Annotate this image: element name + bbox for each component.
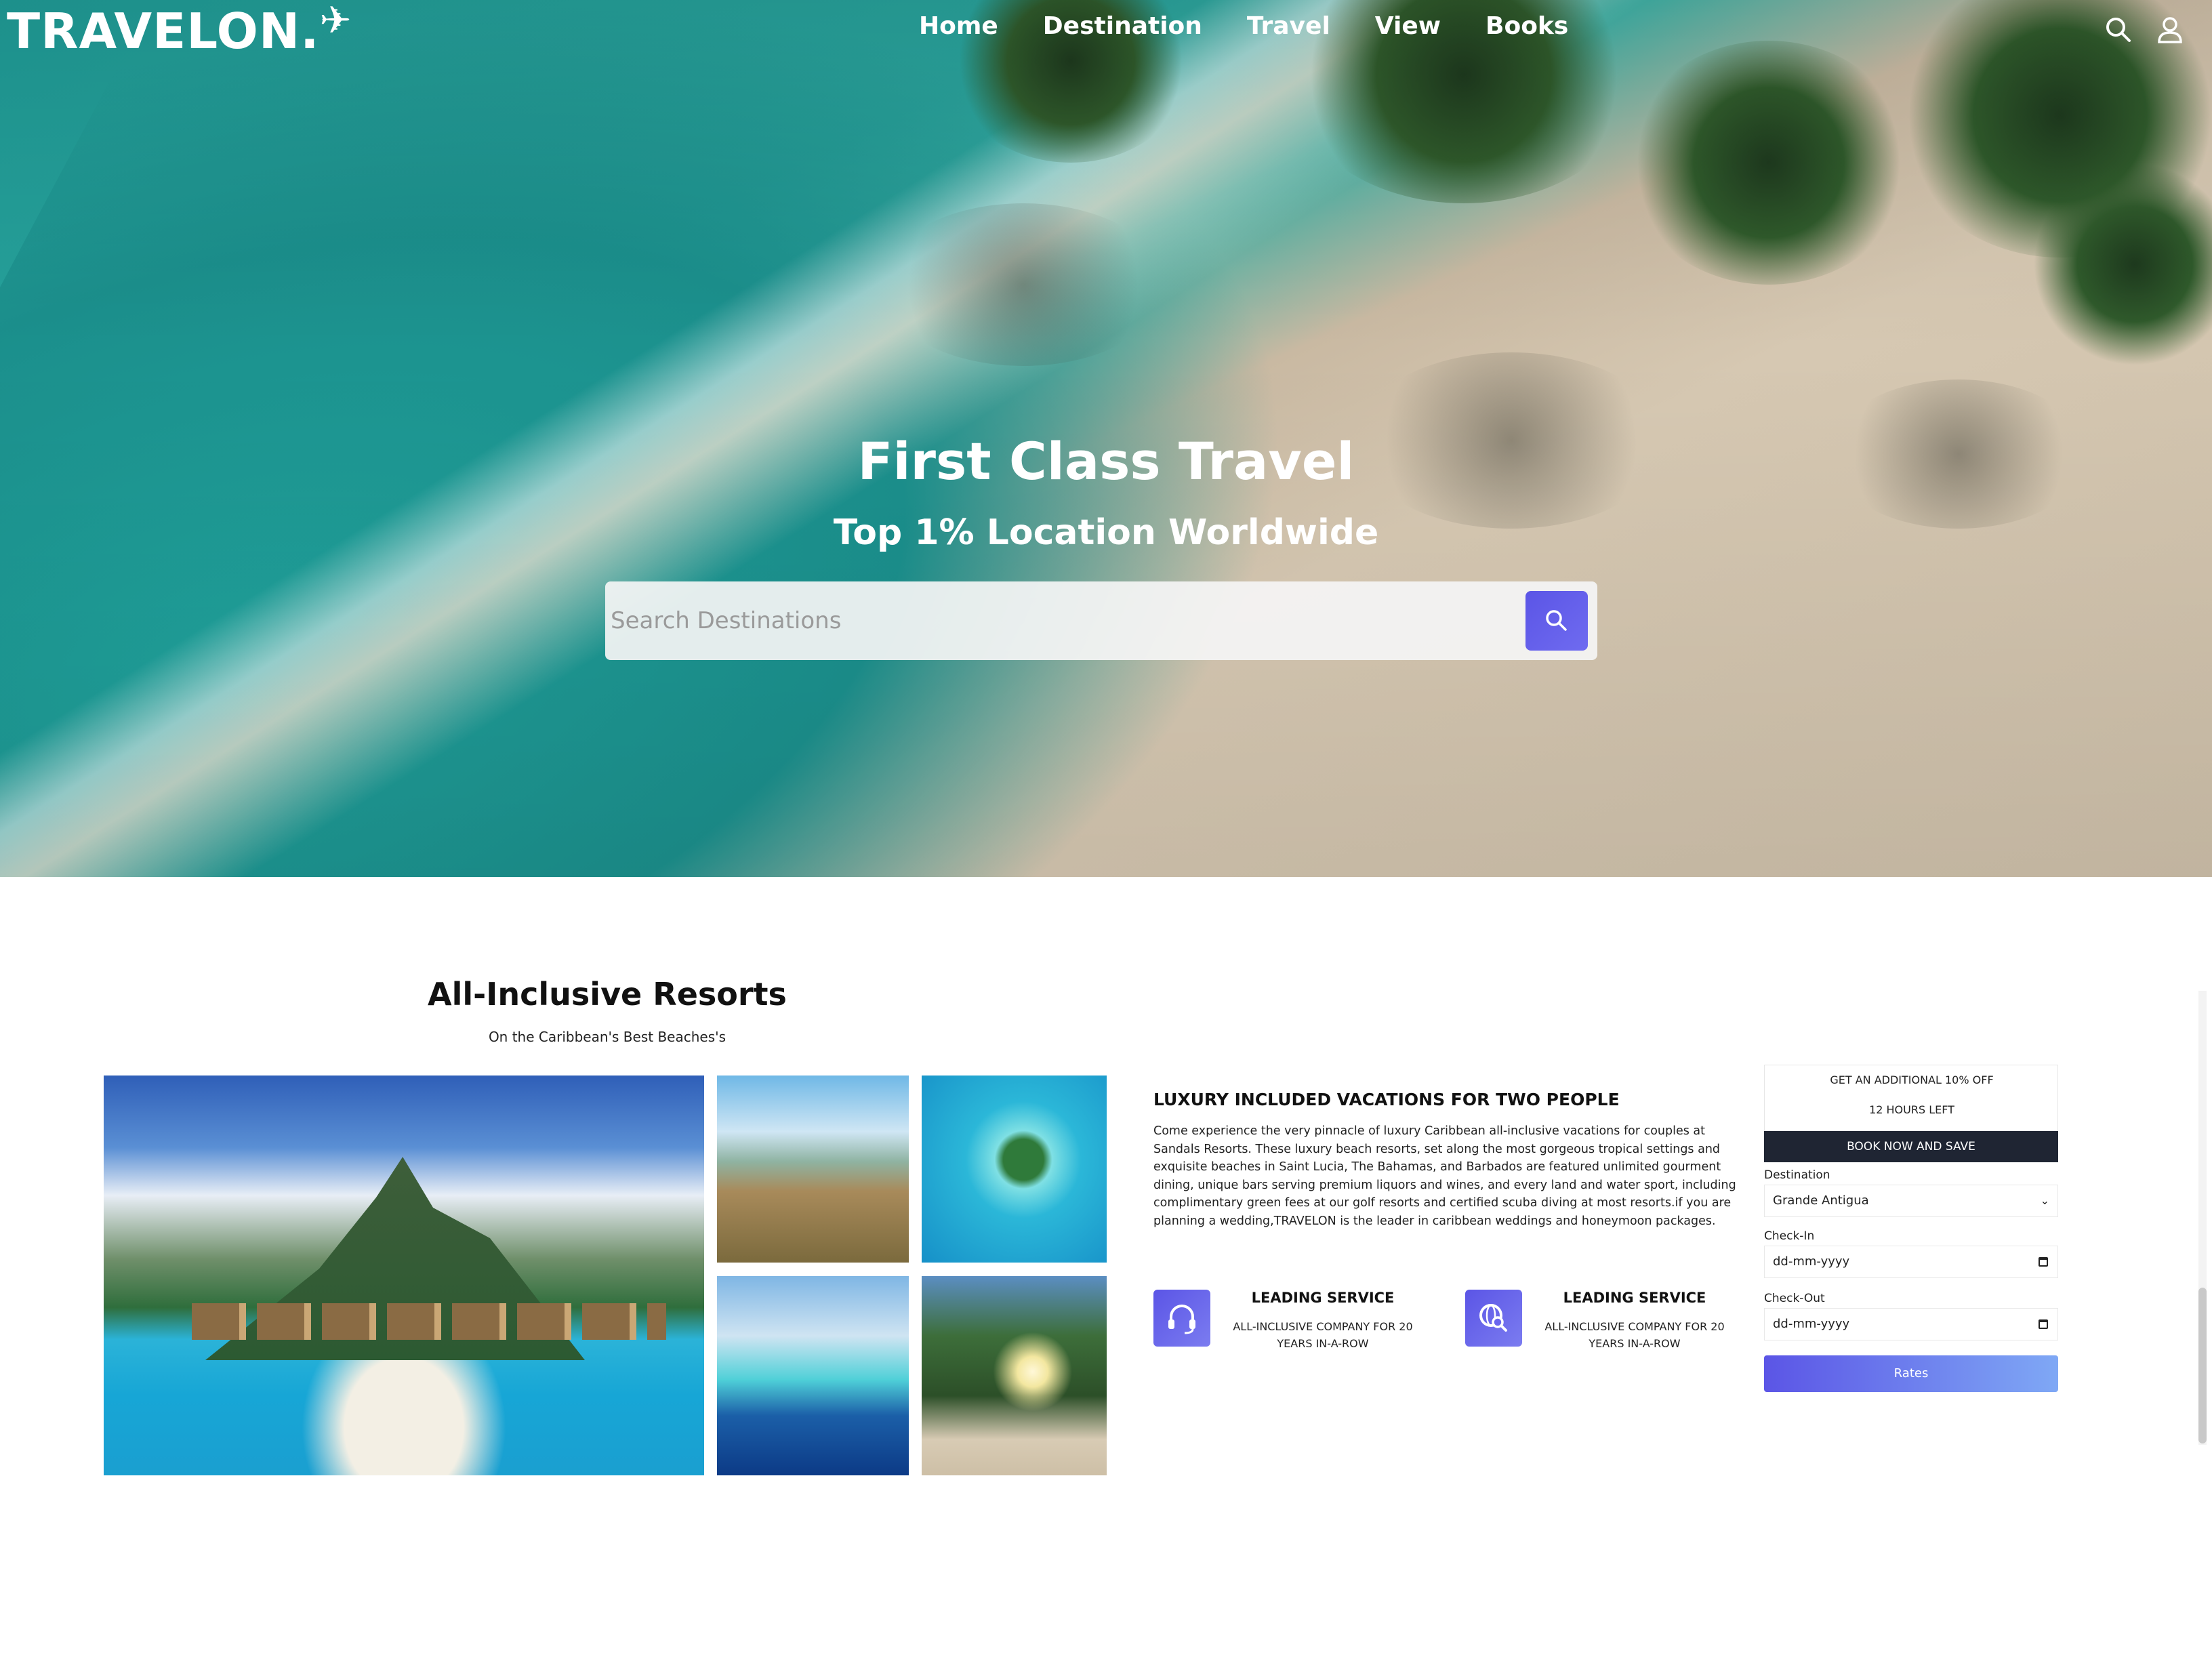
destination-label: Destination xyxy=(1764,1168,1830,1182)
hero-section: TRAVELON.✈ Home Destination Travel View … xyxy=(0,0,2212,877)
feature-description: ALL-INCLUSIVE COMPANY FOR 20 YEARS IN-A-… xyxy=(1233,1320,1413,1350)
hero-subtitle: Top 1% Location Worldwide xyxy=(833,512,1379,553)
vacation-description: Come experience the very pinnacle of lux… xyxy=(1153,1124,1736,1228)
calendar-icon[interactable] xyxy=(2039,1257,2048,1267)
destination-value: Grande Antigua xyxy=(1773,1193,1869,1208)
hero-title: First Class Travel xyxy=(857,431,1355,491)
airplane-icon: ✈ xyxy=(319,0,352,43)
book-now-button[interactable]: BOOK NOW AND SAVE xyxy=(1764,1131,2058,1162)
checkout-date-input[interactable]: dd-mm-yyyy xyxy=(1764,1308,2058,1340)
destination-select[interactable]: Grande Antigua ⌄ xyxy=(1764,1185,2058,1217)
checkin-value: dd-mm-yyyy xyxy=(1773,1254,1850,1269)
search-icon[interactable] xyxy=(2104,15,2133,45)
section-title: All-Inclusive Resorts xyxy=(428,976,787,1012)
nav-home[interactable]: Home xyxy=(919,12,998,40)
brand-logo[interactable]: TRAVELON.✈ xyxy=(7,0,352,60)
checkin-label: Check-In xyxy=(1764,1229,1815,1243)
section-subtitle: On the Caribbean's Best Beaches's xyxy=(488,1029,726,1045)
main-menu: Home Destination Travel View Books xyxy=(919,12,1568,40)
headset-icon xyxy=(1153,1290,1210,1347)
nav-destination[interactable]: Destination xyxy=(1043,12,1202,40)
destination-search-bar xyxy=(605,581,1597,660)
time-left-text: 12 HOURS LEFT xyxy=(1869,1103,1954,1116)
resort-thumbnail-image[interactable] xyxy=(717,1276,909,1475)
chevron-down-icon: ⌄ xyxy=(2040,1194,2049,1207)
resort-thumbnail-image[interactable] xyxy=(922,1276,1107,1475)
scrollbar-thumb[interactable] xyxy=(2198,1288,2207,1443)
feature-title: LEADING SERVICE xyxy=(1563,1290,1706,1306)
top-navbar: TRAVELON.✈ Home Destination Travel View … xyxy=(0,0,2212,61)
offer-text: GET AN ADDITIONAL 10% OFF xyxy=(1830,1073,1994,1086)
offer-card: GET AN ADDITIONAL 10% OFF 12 HOURS LEFT xyxy=(1764,1065,2058,1132)
feature-title: LEADING SERVICE xyxy=(1251,1290,1395,1306)
checkin-date-input[interactable]: dd-mm-yyyy xyxy=(1764,1246,2058,1278)
logo-text: TRAVELON. xyxy=(7,3,320,60)
resort-thumbnail-image[interactable] xyxy=(922,1076,1107,1263)
nav-travel[interactable]: Travel xyxy=(1247,12,1330,40)
calendar-icon[interactable] xyxy=(2039,1319,2048,1329)
checkout-value: dd-mm-yyyy xyxy=(1773,1317,1850,1331)
resort-main-image[interactable] xyxy=(104,1076,704,1475)
globe-search-icon xyxy=(1465,1290,1522,1347)
nav-books[interactable]: Books xyxy=(1486,12,1568,40)
user-icon[interactable] xyxy=(2155,15,2185,45)
search-button[interactable] xyxy=(1525,591,1588,651)
search-icon xyxy=(1546,610,1567,631)
vacation-title: LUXURY INCLUDED VACATIONS FOR TWO PEOPLE xyxy=(1153,1090,1620,1109)
feature-description: ALL-INCLUSIVE COMPANY FOR 20 YEARS IN-A-… xyxy=(1544,1320,1725,1350)
resort-thumbnail-image[interactable] xyxy=(717,1076,909,1263)
rates-button[interactable]: Rates xyxy=(1764,1355,2058,1392)
nav-view[interactable]: View xyxy=(1375,12,1441,40)
search-input[interactable] xyxy=(611,581,1512,660)
checkout-label: Check-Out xyxy=(1764,1292,1825,1305)
